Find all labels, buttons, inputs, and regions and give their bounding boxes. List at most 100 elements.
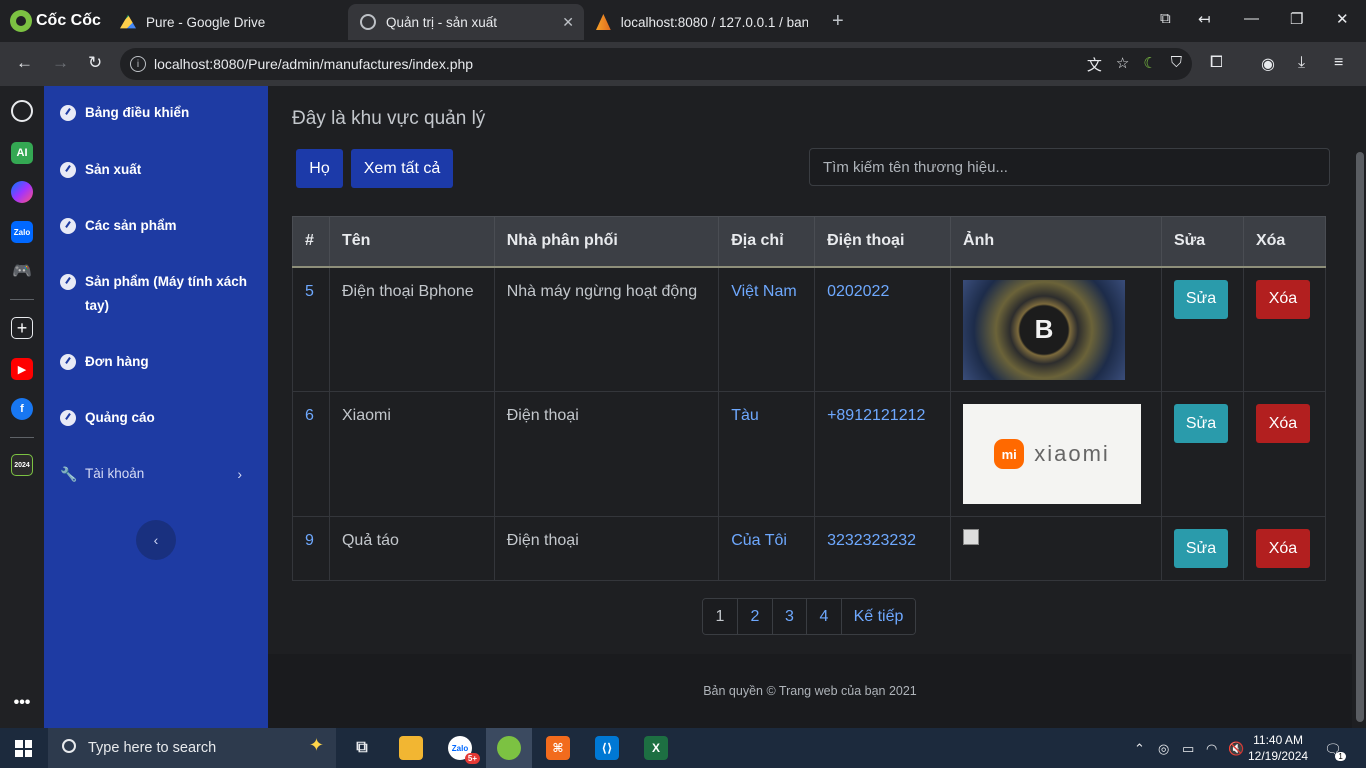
extensions-puzzle-icon[interactable]: ⧠ bbox=[1210, 54, 1223, 72]
forward-icon[interactable]: → bbox=[52, 53, 69, 73]
brand-name: Cốc Cốc bbox=[36, 12, 101, 29]
page-scrollbar[interactable] bbox=[1356, 152, 1364, 722]
page-4[interactable]: 4 bbox=[806, 599, 841, 634]
dark-mode-moon-icon[interactable]: ☾ bbox=[1143, 54, 1156, 75]
window-close-icon[interactable]: ✕ bbox=[1336, 10, 1349, 28]
sidebar-item-products[interactable]: Các sản phẩm bbox=[60, 214, 260, 238]
row-name: Quả táo bbox=[328, 516, 495, 581]
brand-search-input[interactable]: Tìm kiếm tên thương hiệu... bbox=[809, 148, 1330, 186]
delete-button[interactable]: Xóa bbox=[1255, 529, 1310, 568]
page-1[interactable]: 1 bbox=[703, 599, 737, 634]
tab-google-drive[interactable]: Pure - Google Drive bbox=[108, 4, 340, 40]
row-id[interactable]: 9 bbox=[292, 516, 330, 581]
youtube-icon[interactable]: ▶ bbox=[11, 358, 33, 380]
site-info-icon[interactable]: i bbox=[130, 56, 146, 72]
tab-title: Quản trị - sản xuất bbox=[386, 14, 498, 30]
task-view-icon[interactable]: ⧉ bbox=[350, 736, 374, 760]
url-text: localhost:8080/Pure/admin/manufactures/i… bbox=[154, 56, 474, 72]
sidebar-collapse-button[interactable]: ‹ bbox=[136, 520, 176, 560]
address-bar[interactable]: i localhost:8080/Pure/admin/manufactures… bbox=[120, 48, 1192, 80]
next-page-link[interactable]: Kế tiếp bbox=[841, 599, 915, 634]
zalo-taskbar-icon[interactable]: Zalo 5+ bbox=[448, 736, 480, 764]
row-phone[interactable]: +8912121212 bbox=[814, 391, 952, 517]
maximize-icon[interactable]: ❐ bbox=[1290, 10, 1303, 28]
sidebar-item-laptops[interactable]: Sản phẩm (Máy tính xách tay) bbox=[60, 270, 260, 318]
coccoc-2024-icon[interactable]: 2024 bbox=[11, 454, 33, 476]
sidebar-item-label: Bảng điều khiển bbox=[85, 105, 190, 120]
new-tab-icon[interactable]: + bbox=[832, 10, 844, 33]
sidebar-item-dashboard[interactable]: Bảng điều khiển bbox=[60, 101, 260, 125]
windows-start-icon[interactable] bbox=[15, 740, 32, 757]
download-icon[interactable]: ⤓ bbox=[1298, 54, 1305, 72]
file-explorer-icon[interactable] bbox=[399, 736, 423, 760]
dashboard-gauge-icon bbox=[60, 410, 76, 426]
row-distributor: Điện thoại bbox=[493, 391, 720, 517]
translate-icon[interactable]: 文 bbox=[1087, 54, 1102, 75]
table-row: 6 Xiaomi Điện thoại Tàu +8912121212 mi x… bbox=[292, 391, 1327, 517]
wifi-icon[interactable]: ◠ bbox=[1206, 741, 1217, 757]
back-history-icon[interactable]: ↤ bbox=[1198, 10, 1211, 28]
notification-icon[interactable]: 🗨 1 bbox=[1324, 741, 1346, 761]
bookmark-star-icon[interactable]: ☆ bbox=[1116, 54, 1129, 75]
row-address[interactable]: Của Tôi bbox=[718, 516, 816, 581]
row-id[interactable]: 5 bbox=[292, 266, 330, 392]
taskbar-search-box[interactable]: Type here to search ✦ bbox=[48, 728, 336, 768]
table-header-row: # Tên Nhà phân phối Địa chỉ Điện thoại Ả… bbox=[292, 216, 1327, 268]
edit-button[interactable]: Sửa bbox=[1173, 529, 1228, 568]
row-id[interactable]: 6 bbox=[292, 391, 330, 517]
view-all-button[interactable]: Xem tất cả bbox=[351, 149, 453, 188]
table-row: 9 Quả táo Điện thoại Của Tôi 3232323232 … bbox=[292, 516, 1327, 581]
tab-phpmyadmin[interactable]: localhost:8080 / 127.0.0.1 / banha bbox=[584, 4, 820, 40]
xiaomi-mi-icon: mi bbox=[994, 439, 1025, 469]
taskbar-clock[interactable]: 11:40 AM 12/19/2024 bbox=[1248, 732, 1308, 764]
sort-by-name-button[interactable]: Họ bbox=[296, 149, 343, 188]
sidebar-item-ads[interactable]: Quảng cáo bbox=[60, 406, 260, 430]
facebook-icon[interactable]: f bbox=[11, 398, 33, 420]
shield-icon[interactable]: ⛉ bbox=[1171, 54, 1182, 75]
row-address[interactable]: Tàu bbox=[718, 391, 816, 517]
sidebar-item-account[interactable]: 🔧 Tài khoản › bbox=[60, 462, 260, 486]
delete-button[interactable]: Xóa bbox=[1255, 279, 1310, 319]
page-3[interactable]: 3 bbox=[772, 599, 806, 634]
close-tab-icon[interactable]: ✕ bbox=[562, 14, 574, 31]
coccoc-logo-icon bbox=[10, 10, 32, 32]
browser-brand[interactable]: Cốc Cốc bbox=[10, 9, 101, 33]
row-address[interactable]: Việt Nam bbox=[718, 266, 816, 392]
volume-muted-icon[interactable]: 🔇 bbox=[1228, 741, 1244, 757]
phpmyadmin-icon bbox=[596, 14, 611, 30]
webcam-icon[interactable]: ◎ bbox=[1158, 741, 1169, 757]
history-icon[interactable] bbox=[11, 100, 33, 122]
tab-title: Pure - Google Drive bbox=[146, 14, 266, 30]
edit-button[interactable]: Sửa bbox=[1173, 404, 1228, 443]
tray-chevron-up-icon[interactable]: ⌃ bbox=[1134, 741, 1145, 757]
screen-capture-icon[interactable]: ⧉ bbox=[1160, 10, 1171, 27]
menu-icon[interactable]: ≡ bbox=[1334, 54, 1343, 72]
coccoc-taskbar-icon[interactable] bbox=[497, 736, 521, 760]
xampp-icon[interactable]: ⌘ bbox=[546, 736, 570, 760]
back-icon[interactable]: ← bbox=[16, 53, 33, 73]
add-app-icon[interactable]: + bbox=[11, 317, 33, 339]
delete-button[interactable]: Xóa bbox=[1255, 404, 1310, 443]
vscode-icon[interactable]: ⟨⟩ bbox=[595, 736, 619, 760]
dashboard-gauge-icon bbox=[60, 354, 76, 370]
more-icon[interactable]: ••• bbox=[11, 692, 33, 714]
column-header: Ảnh bbox=[950, 216, 1162, 268]
manufacturers-table: # Tên Nhà phân phối Địa chỉ Điện thoại Ả… bbox=[292, 216, 1327, 581]
row-phone[interactable]: 3232323232 bbox=[814, 516, 952, 581]
profile-icon[interactable]: ◉ bbox=[1261, 54, 1275, 74]
ai-icon[interactable]: AI bbox=[11, 142, 33, 164]
sidebar-item-manufacture[interactable]: Sản xuất bbox=[60, 158, 260, 182]
column-header: Địa chỉ bbox=[718, 216, 816, 268]
edit-button[interactable]: Sửa bbox=[1173, 279, 1228, 319]
battery-icon[interactable]: ▭ bbox=[1182, 741, 1194, 757]
row-phone[interactable]: 0202022 bbox=[814, 266, 952, 392]
game-controller-icon[interactable]: 🎮 bbox=[11, 260, 33, 282]
sidebar-item-orders[interactable]: Đơn hàng bbox=[60, 350, 260, 374]
zalo-icon[interactable]: Zalo bbox=[11, 221, 33, 243]
minimize-icon[interactable]: — bbox=[1244, 10, 1259, 27]
messenger-icon[interactable] bbox=[11, 181, 33, 203]
page-2[interactable]: 2 bbox=[737, 599, 772, 634]
excel-icon[interactable]: X bbox=[644, 736, 668, 760]
tab-admin-manufacture[interactable]: Quản trị - sản xuất ✕ bbox=[348, 4, 584, 40]
reload-icon[interactable]: ↻ bbox=[88, 53, 102, 73]
